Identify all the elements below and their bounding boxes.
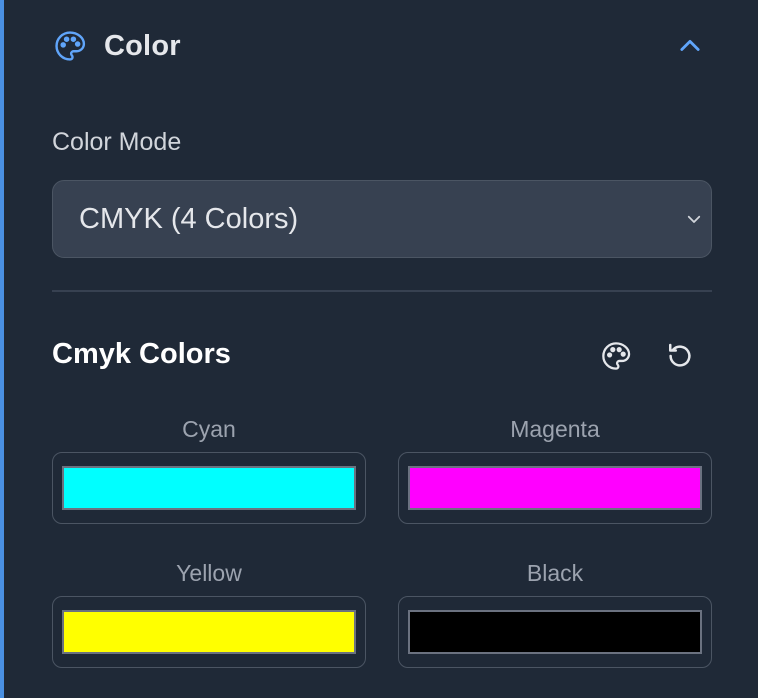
swatch-yellow[interactable] [52,596,366,668]
chevron-up-icon [680,39,700,51]
reset-colors-button[interactable] [662,338,698,374]
color-mode-label: Color Mode [52,128,182,156]
swatch-fill-yellow [62,610,356,654]
swatch-label-black: Black [526,560,584,586]
collapse-button[interactable] [672,28,708,64]
swatch-cyan[interactable] [52,452,366,524]
swatch-label-yellow: Yellow [176,560,242,586]
swatch-label-magenta: Magenta [510,416,600,442]
section-header[interactable]: Color [52,24,708,68]
color-palette-button[interactable] [598,338,634,374]
reset-icon [668,343,691,367]
swatch-black[interactable] [398,596,712,668]
panel-accent-bar [0,0,4,698]
section-divider [52,290,712,292]
swatch-fill-magenta [408,466,702,510]
color-settings-panel: Color Color Mode CMYK (4 Colors) Cmyk Co… [0,0,758,698]
palette-icon [52,28,88,64]
color-mode-select[interactable]: CMYK (4 Colors) [52,180,712,258]
swatch-label-cyan: Cyan [182,416,236,442]
chevron-down-icon [683,208,705,230]
cmyk-colors-title: Cmyk Colors [52,338,231,370]
palette-icon [602,342,631,370]
swatch-fill-cyan [62,466,356,510]
section-title: Color [104,29,181,62]
swatch-magenta[interactable] [398,452,712,524]
swatch-fill-black [408,610,702,654]
color-mode-value: CMYK (4 Colors) [79,202,299,235]
